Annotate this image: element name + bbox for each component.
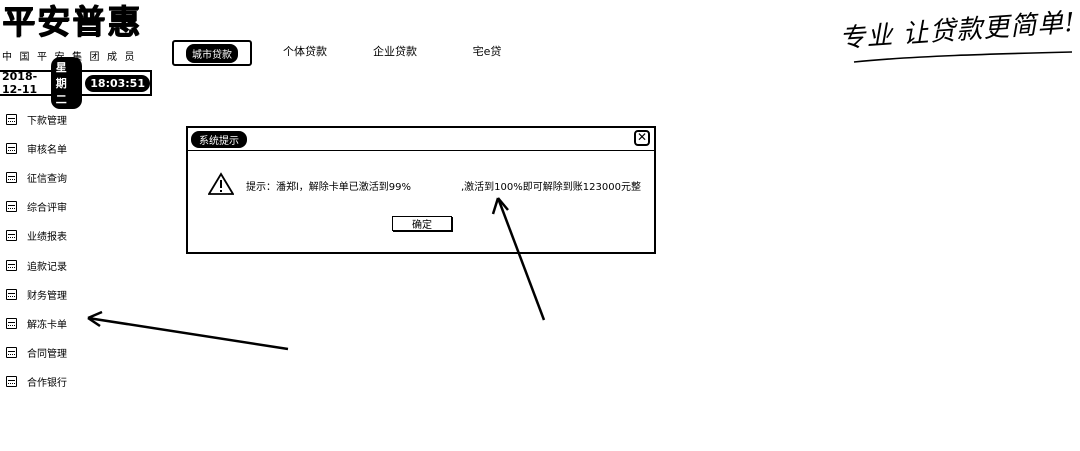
alert-dialog: 系统提示 ✕ 提示：潘郑l，解除卡单已激活到99% ,激活到100%即可解除到账… — [186, 126, 656, 254]
brand-name: 平安普惠 — [2, 2, 142, 41]
calendar-icon — [6, 259, 17, 271]
logo: 平安普惠 中国平安集团成员 — [2, 2, 158, 64]
dialog-title-bar: 系统提示 ✕ — [188, 128, 654, 151]
nav-tab-business-loan[interactable]: 企业贷款 — [358, 40, 432, 62]
nav-tab-city-loan[interactable]: 城市贷款 — [172, 40, 252, 66]
sidebar: 下款管理 审核名单 征信查询 综合评审 业绩报表 追款记录 财务管理 解冻卡单 … — [6, 105, 156, 396]
weekday-badge: 星期二 — [50, 57, 83, 109]
date-text: 2018-12-11 — [2, 70, 38, 96]
sidebar-item-finance[interactable]: 财务管理 — [6, 280, 156, 309]
dialog-title: 系统提示 — [191, 131, 247, 148]
sidebar-item-label: 下款管理 — [27, 116, 67, 128]
calendar-icon — [6, 114, 17, 126]
calendar-icon — [6, 375, 17, 387]
calendar-icon — [6, 317, 17, 329]
sidebar-item-evaluation[interactable]: 综合评审 — [6, 192, 156, 221]
sidebar-item-label: 综合评审 — [27, 203, 67, 215]
sidebar-item-label: 征信查询 — [27, 174, 67, 186]
warning-icon — [208, 172, 234, 195]
sidebar-item-label: 财务管理 — [27, 290, 67, 302]
sidebar-item-unfreeze-card[interactable]: 解冻卡单 — [6, 309, 156, 338]
sidebar-item-contracts[interactable]: 合同管理 — [6, 338, 156, 367]
sidebar-item-label: 解冻卡单 — [27, 319, 67, 331]
ok-button[interactable]: 确定 — [392, 216, 452, 231]
sidebar-item-review-list[interactable]: 审核名单 — [6, 134, 156, 163]
slogan-underline — [853, 51, 1073, 63]
nav-tab-house-loan[interactable]: 宅e贷 — [455, 40, 519, 62]
calendar-icon — [6, 201, 17, 213]
sidebar-item-banks[interactable]: 合作银行 — [6, 367, 156, 396]
datetime-bar: 2018-12-11 星期二 18:03:51 — [0, 57, 152, 109]
nav-tab-label: 城市贷款 — [186, 43, 238, 63]
dialog-message-part1: 提示：潘郑l，解除卡单已激活到99% — [246, 182, 412, 193]
sidebar-item-disbursement[interactable]: 下款管理 — [6, 105, 156, 134]
nav-tab-label: 个体贷款 — [283, 45, 327, 58]
edit-icon — [6, 172, 17, 184]
edit-icon — [6, 288, 17, 300]
sidebar-item-collection[interactable]: 追款记录 — [6, 250, 156, 279]
nav-tab-label: 企业贷款 — [373, 45, 417, 58]
sidebar-item-performance[interactable]: 业绩报表 — [6, 221, 156, 250]
sidebar-item-label: 追款记录 — [27, 261, 67, 273]
calendar-icon — [6, 230, 17, 242]
slogan: 专业 让贷款更简单! — [838, 7, 1077, 55]
sidebar-item-label: 合作银行 — [27, 377, 67, 389]
sidebar-item-label: 合同管理 — [27, 348, 67, 360]
calendar-icon — [6, 143, 17, 155]
nav-tab-individual-loan[interactable]: 个体贷款 — [268, 40, 342, 62]
close-icon[interactable]: ✕ — [634, 130, 650, 146]
sidebar-item-credit-check[interactable]: 征信查询 — [6, 163, 156, 192]
time-badge: 18:03:51 — [85, 74, 150, 92]
sidebar-item-label: 审核名单 — [27, 145, 67, 157]
nav-tab-label: 宅e贷 — [472, 45, 502, 58]
dialog-message-part2: ,激活到100%即可解除到账123000元整 — [461, 182, 641, 193]
sidebar-item-label: 业绩报表 — [27, 232, 67, 244]
calendar-icon — [6, 346, 17, 358]
